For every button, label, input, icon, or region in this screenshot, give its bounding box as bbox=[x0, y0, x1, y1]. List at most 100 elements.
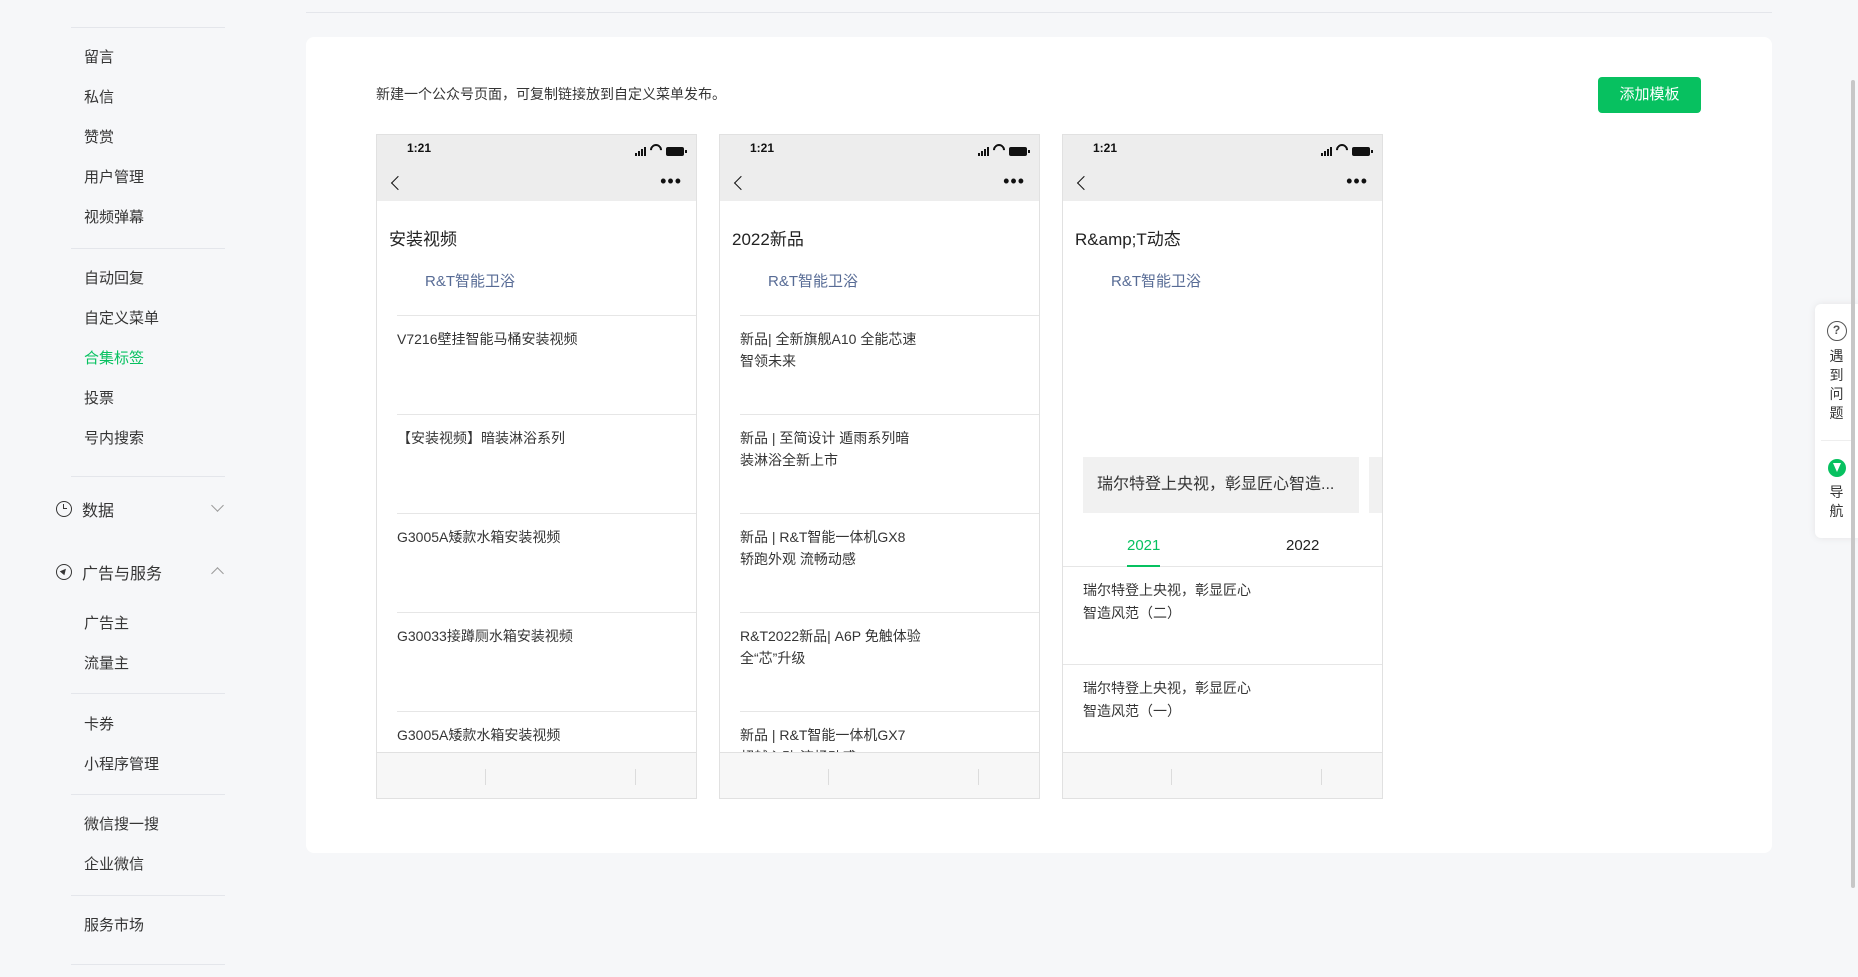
list-item: 瑞尔特登上央视，彰显匠心智造风范（二） bbox=[1063, 567, 1382, 665]
article-list: 瑞尔特登上央视，彰显匠心智造风范（二） 瑞尔特登上央视，彰显匠心智造风范（一） bbox=[1063, 567, 1382, 763]
signal-icon bbox=[978, 147, 989, 156]
list-item: 【安装视频】暗装淋浴系列 bbox=[397, 414, 696, 513]
sidebar-item-reward[interactable]: 赞赏 bbox=[84, 128, 114, 148]
back-icon bbox=[1076, 175, 1092, 191]
list-item: 新品 | R&T智能一体机GX8 轿跑外观 流畅动感 bbox=[740, 513, 1039, 612]
sidebar: 留言 私信 赞赏 用户管理 视频弹幕 自动回复 自定义菜单 合集标签 投票 号内… bbox=[0, 0, 240, 977]
sidebar-item-publisher[interactable]: 流量主 bbox=[84, 654, 129, 674]
back-icon bbox=[733, 175, 749, 191]
list-item: G30033接蹲厕水箱安装视频 bbox=[397, 612, 696, 711]
tab-year-2021: 2021 bbox=[1127, 537, 1161, 567]
wifi-icon bbox=[647, 141, 665, 159]
status-icons bbox=[635, 141, 687, 159]
status-time: 1:21 bbox=[407, 141, 432, 155]
collection-title: 2022新品 bbox=[732, 230, 804, 249]
list-item: V7216壁挂智能马桶安装视频 bbox=[397, 315, 696, 414]
nav-label: 导航 bbox=[1829, 484, 1844, 519]
signal-icon bbox=[1321, 147, 1332, 156]
wifi-icon bbox=[990, 141, 1008, 159]
phone-bottom-bar bbox=[720, 752, 1039, 798]
status-bar: 1:21 bbox=[720, 135, 1039, 165]
signal-icon bbox=[635, 147, 646, 156]
floating-divider bbox=[1821, 440, 1852, 441]
battery-icon bbox=[1352, 147, 1373, 156]
battery-icon bbox=[666, 147, 687, 156]
collection-title: 安装视频 bbox=[389, 230, 457, 249]
sidebar-divider bbox=[71, 693, 225, 694]
sidebar-item-messages[interactable]: 私信 bbox=[84, 88, 114, 108]
chevron-down-icon bbox=[211, 499, 224, 512]
sidebar-item-wechat-search[interactable]: 微信搜一搜 bbox=[84, 815, 159, 835]
status-bar: 1:21 bbox=[377, 135, 696, 165]
account-name: R&T智能卫浴 bbox=[1111, 273, 1202, 290]
page-tabs bbox=[306, 0, 1772, 13]
list-item: 新品| 全新旗舰A10 全能芯速 智领未来 bbox=[740, 315, 1039, 414]
more-icon: ••• bbox=[1346, 171, 1368, 191]
chevron-up-icon bbox=[211, 567, 224, 580]
sidebar-item-collection-tags[interactable]: 合集标签 bbox=[84, 349, 144, 369]
sidebar-divider bbox=[71, 964, 225, 965]
sidebar-item-wecom[interactable]: 企业微信 bbox=[84, 855, 144, 875]
sidebar-item-danmaku[interactable]: 视频弹幕 bbox=[84, 208, 144, 228]
help-label: 遇到问题 bbox=[1829, 348, 1844, 421]
status-icons bbox=[978, 141, 1030, 159]
templates-card: 新建一个公众号页面，可复制链接放到自定义菜单发布。 添加模板 1:21 ••• … bbox=[306, 37, 1772, 853]
article-list: V7216壁挂智能马桶安装视频 【安装视频】暗装淋浴系列 G3005A矮款水箱安… bbox=[397, 315, 696, 798]
sidebar-group-label: 广告与服务 bbox=[82, 566, 163, 583]
sidebar-divider bbox=[71, 794, 225, 795]
sidebar-divider bbox=[71, 248, 225, 249]
year-label: 2021 bbox=[1127, 537, 1161, 554]
sidebar-divider bbox=[71, 27, 225, 28]
account-name: R&T智能卫浴 bbox=[768, 273, 859, 290]
collection-title: R&amp;T动态 bbox=[1075, 230, 1181, 249]
list-item: 新品 | 至简设计 遁雨系列暗装淋浴全新上市 bbox=[740, 414, 1039, 513]
list-item: R&T2022新品| A6P 免触体验 全“芯”升级 bbox=[740, 612, 1039, 711]
sidebar-divider bbox=[71, 476, 225, 477]
list-item: 瑞尔特登上央视，彰显匠心智造风范（一） bbox=[1063, 665, 1382, 763]
phone-navbar: ••• bbox=[1063, 165, 1382, 201]
status-time: 1:21 bbox=[750, 141, 775, 155]
navigation-icon bbox=[1827, 459, 1846, 477]
battery-icon bbox=[1009, 147, 1030, 156]
sidebar-item-cards[interactable]: 卡券 bbox=[84, 715, 114, 735]
sidebar-group-label: 数据 bbox=[82, 503, 115, 520]
add-template-button[interactable]: 添加模板 bbox=[1598, 77, 1701, 113]
page-description: 新建一个公众号页面，可复制链接放到自定义菜单发布。 bbox=[376, 86, 726, 102]
more-icon: ••• bbox=[1003, 171, 1025, 191]
sidebar-item-vote[interactable]: 投票 bbox=[84, 389, 114, 409]
sidebar-item-auto-reply[interactable]: 自动回复 bbox=[84, 269, 144, 289]
template-preview-card[interactable]: 1:21 ••• R&amp;T动态 R&T智能卫浴 瑞尔特登上央视，彰显匠心智… bbox=[1062, 134, 1383, 799]
article-list: 新品| 全新旗舰A10 全能芯速 智领未来 新品 | 至简设计 遁雨系列暗装淋浴… bbox=[740, 315, 1039, 798]
sidebar-item-comments[interactable]: 留言 bbox=[84, 48, 114, 68]
status-icons bbox=[1321, 141, 1373, 159]
sidebar-item-service-market[interactable]: 服务市场 bbox=[84, 916, 144, 936]
featured-banner: 瑞尔特登上央视，彰显匠心智造... bbox=[1083, 457, 1359, 513]
status-bar: 1:21 bbox=[1063, 135, 1382, 165]
back-icon bbox=[390, 175, 406, 191]
template-preview-card[interactable]: 1:21 ••• 安装视频 R&T智能卫浴 V7216壁挂智能马桶安装视频 【安… bbox=[376, 134, 697, 799]
more-icon: ••• bbox=[660, 171, 682, 191]
phone-bottom-bar bbox=[1063, 752, 1382, 798]
sidebar-item-custom-menu[interactable]: 自定义菜单 bbox=[84, 309, 159, 329]
status-time: 1:21 bbox=[1093, 141, 1118, 155]
compass-icon bbox=[56, 564, 72, 580]
sidebar-item-advertiser[interactable]: 广告主 bbox=[84, 614, 129, 634]
question-icon: ? bbox=[1826, 321, 1847, 341]
sidebar-group-ads[interactable]: 广告与服务 bbox=[56, 560, 226, 584]
wifi-icon bbox=[1333, 141, 1351, 159]
list-item: G3005A矮款水箱安装视频 bbox=[397, 513, 696, 612]
sidebar-group-data[interactable]: 数据 bbox=[56, 497, 226, 521]
phone-navbar: ••• bbox=[720, 165, 1039, 201]
sidebar-item-search[interactable]: 号内搜索 bbox=[84, 429, 144, 449]
year-tabs: 2021 2022 bbox=[1063, 529, 1382, 567]
phone-bottom-bar bbox=[377, 752, 696, 798]
scrollbar[interactable] bbox=[1851, 80, 1855, 888]
template-preview-card[interactable]: 1:21 ••• 2022新品 R&T智能卫浴 新品| 全新旗舰A10 全能芯速… bbox=[719, 134, 1040, 799]
sidebar-item-miniprogram[interactable]: 小程序管理 bbox=[84, 755, 159, 775]
sidebar-divider bbox=[71, 895, 225, 896]
featured-banner-next bbox=[1369, 457, 1382, 513]
tab-year-2022: 2022 bbox=[1286, 537, 1320, 554]
account-name: R&T智能卫浴 bbox=[425, 273, 516, 290]
phone-navbar: ••• bbox=[377, 165, 696, 201]
sidebar-item-users[interactable]: 用户管理 bbox=[84, 168, 144, 188]
